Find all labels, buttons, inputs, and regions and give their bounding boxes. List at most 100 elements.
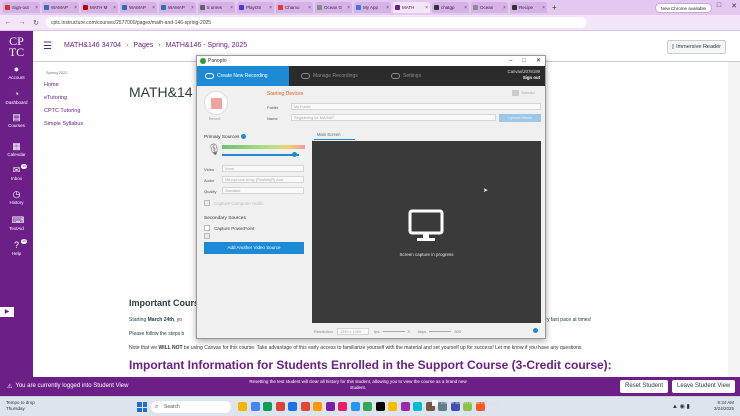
browser-tab[interactable]: WAMAP × <box>42 2 79 13</box>
weather-widget[interactable]: Tempo to drop Thursday <box>6 400 35 411</box>
browser-tab[interactable]: MATH × <box>393 2 430 13</box>
back-icon[interactable]: ← <box>4 19 12 26</box>
windows-start-icon[interactable] <box>137 402 147 412</box>
browser-tab[interactable]: 5 unres × <box>198 2 235 13</box>
nav-calendar[interactable]: ▦ Calendar <box>0 142 33 158</box>
tab-close-icon[interactable]: × <box>464 5 467 11</box>
browser-tab[interactable]: WAMAP × <box>159 2 196 13</box>
taskbar-app-icon[interactable] <box>288 402 297 411</box>
enable-preview-checkbox[interactable] <box>432 400 438 406</box>
panopto-sign-out[interactable]: Sign out <box>523 75 540 80</box>
taskbar-app-icon[interactable] <box>238 402 247 411</box>
volume-slider[interactable] <box>222 154 299 156</box>
nav-textaid[interactable]: ⌨ TextAid <box>0 216 33 232</box>
taskbar-app-icon[interactable] <box>263 402 272 411</box>
upload-media-button[interactable]: Upload Media <box>499 114 541 122</box>
nav-account[interactable]: ● Account <box>0 65 33 81</box>
reload-icon[interactable]: ↻ <box>32 19 40 27</box>
clock[interactable]: 8:34 AM 3/24/2025 <box>714 400 734 412</box>
reset-student-button[interactable]: Reset Student <box>620 380 669 393</box>
nav-help[interactable]: ? 10 Help <box>0 239 33 256</box>
tab-close-icon[interactable]: × <box>113 5 116 11</box>
browser-tab[interactable]: Ocean × <box>471 2 508 13</box>
immersive-reader-button[interactable]: ▯ Immersive Reader <box>666 40 726 54</box>
browser-tab[interactable]: Chamo × <box>276 2 313 13</box>
tab-create-new-recording[interactable]: Create New Recording <box>197 66 289 86</box>
new-tab-icon[interactable]: + <box>552 3 557 12</box>
volume-slider-thumb[interactable] <box>292 152 297 157</box>
audio-select[interactable]: Microphone Array (Realtek(R) Aud <box>222 176 304 183</box>
hamburger-menu-icon[interactable]: ☰ <box>43 41 52 52</box>
taskbar-app-icon[interactable] <box>250 402 260 411</box>
leave-student-view-button[interactable]: Leave Student View <box>672 380 736 393</box>
collapse-nav-button[interactable]: ▶ <box>0 307 14 317</box>
course-nav-home[interactable]: Home <box>44 82 120 88</box>
help-icon[interactable] <box>241 134 247 139</box>
panopto-maximize-icon[interactable]: □ <box>522 56 526 66</box>
taskbar-app-icon[interactable] <box>325 402 335 411</box>
taskbar-app-icon[interactable] <box>375 402 385 411</box>
taskbar-app-icon[interactable] <box>363 402 372 411</box>
tab-close-icon[interactable]: × <box>347 5 350 11</box>
enable-preview-toggle[interactable]: Enable screen capture preview <box>432 400 499 406</box>
taskbar-app-icon[interactable] <box>313 402 322 411</box>
page-scrollbar[interactable] <box>728 62 740 377</box>
folder-select[interactable]: My Folder <box>291 103 541 110</box>
preview-tab-main-screen[interactable]: Main Screen <box>314 130 355 140</box>
panopto-minimize-icon[interactable]: – <box>509 56 512 66</box>
browser-tab[interactable]: MATH M × <box>81 2 118 13</box>
taskbar-app-icon[interactable] <box>388 402 397 411</box>
tab-close-icon[interactable]: × <box>191 5 194 11</box>
nav-inbox[interactable]: ✉ 10 Inbox <box>0 164 33 181</box>
taskbar-app-icon[interactable] <box>400 402 410 411</box>
taskbar-search[interactable]: ⌕ Search <box>151 401 231 413</box>
taskbar-app-icon[interactable] <box>413 402 422 411</box>
browser-tab[interactable]: Sign-out × <box>3 2 40 13</box>
close-icon[interactable]: ✕ <box>731 2 737 10</box>
course-nav-simple-syllabus[interactable]: Simple Syllabus <box>44 121 120 127</box>
tab-close-icon[interactable]: × <box>425 5 428 11</box>
browser-tab[interactable]: PlayOS × <box>237 2 274 13</box>
url-input[interactable]: cptc.instructure.com/courses/2577000/pag… <box>46 17 586 28</box>
tab-close-icon[interactable]: × <box>35 5 38 11</box>
nav-dashboard[interactable]: ◔ Dashboard <box>0 90 33 106</box>
panopto-close-icon[interactable]: ✕ <box>536 56 541 66</box>
taskbar-app-icon[interactable] <box>338 402 347 411</box>
kbps-slider[interactable] <box>429 331 452 333</box>
tab-close-icon[interactable]: × <box>542 5 545 11</box>
maximize-icon[interactable]: □ <box>717 2 721 10</box>
recording-name-field[interactable]: Registering for MA/MAT <box>291 114 496 121</box>
browser-tab[interactable]: WAMAP × <box>120 2 157 13</box>
video-select[interactable]: None <box>222 165 304 172</box>
capture-computer-audio-checkbox[interactable] <box>204 200 210 206</box>
browser-tab[interactable]: Recipe × <box>510 2 547 13</box>
secondary-source-checkbox[interactable] <box>204 233 210 239</box>
fps-slider[interactable] <box>382 331 405 333</box>
forward-icon[interactable]: → <box>18 19 26 26</box>
tab-close-icon[interactable]: × <box>230 5 233 11</box>
tab-close-icon[interactable]: × <box>269 5 272 11</box>
resolution-select[interactable]: 1920 x 1080 <box>337 328 370 335</box>
taskbar-app-icon[interactable] <box>275 402 285 411</box>
tab-settings[interactable]: Settings <box>383 66 443 86</box>
breadcrumb-pages[interactable]: Pages <box>133 42 153 49</box>
info-icon[interactable] <box>533 328 538 333</box>
nav-courses[interactable]: ▤ Courses <box>0 113 33 129</box>
taskbar-app-icon[interactable] <box>350 402 360 411</box>
breadcrumb-course[interactable]: MATH&146 34704 <box>64 42 121 49</box>
tab-close-icon[interactable]: × <box>152 5 155 11</box>
add-video-source-button[interactable]: Add Another Video Source <box>204 242 304 254</box>
tab-close-icon[interactable]: × <box>503 5 506 11</box>
course-nav-etutoring[interactable]: eTutoring <box>44 95 120 101</box>
course-nav-cptc-tutoring[interactable]: CPTC Tutoring <box>44 108 120 114</box>
tab-close-icon[interactable]: × <box>74 5 77 11</box>
browser-tab[interactable]: Ocean G × <box>315 2 352 13</box>
chrome-update-button[interactable]: New Chrome available <box>654 3 712 13</box>
tab-close-icon[interactable]: × <box>308 5 311 11</box>
tab-manage-recordings[interactable]: Manage Recordings <box>293 66 381 86</box>
taskbar-app-icon[interactable] <box>300 402 310 411</box>
capture-powerpoint-checkbox[interactable] <box>204 225 210 231</box>
record-button[interactable] <box>204 91 228 115</box>
browser-tab[interactable]: My App × <box>354 2 391 13</box>
statistics-toggle[interactable]: Statistics <box>512 90 535 96</box>
